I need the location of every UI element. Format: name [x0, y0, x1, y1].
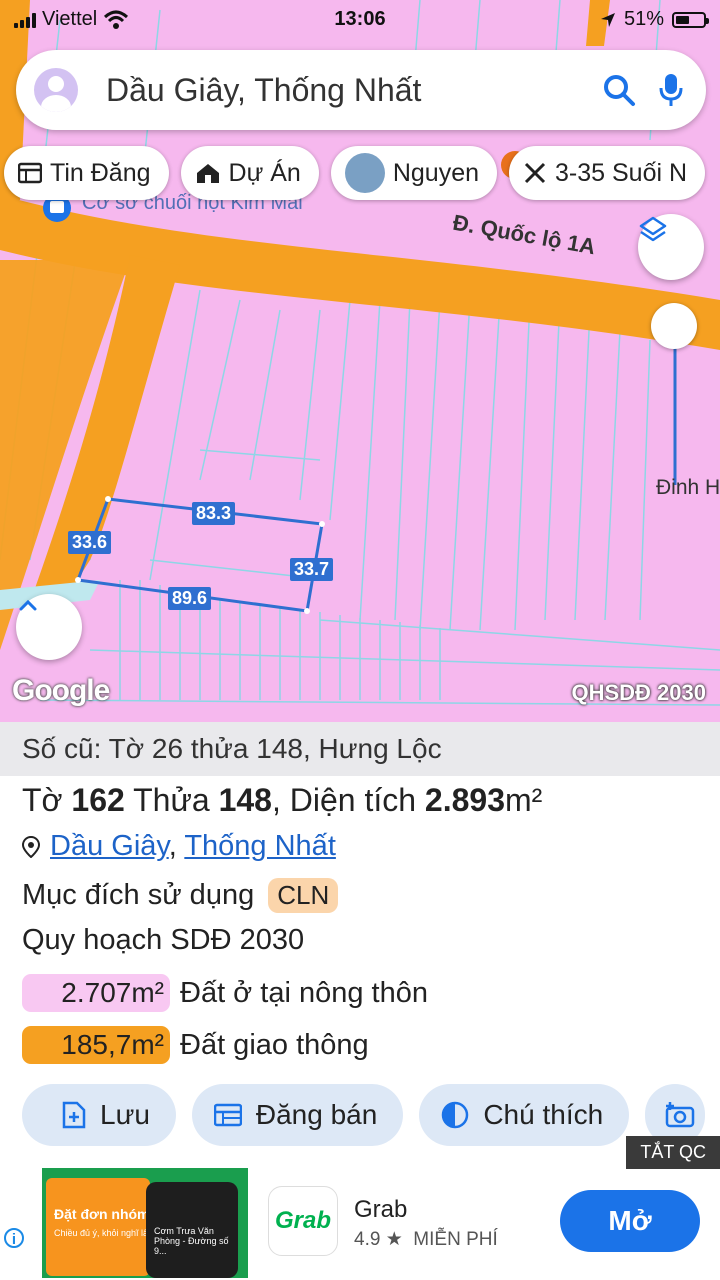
usage-badge: CLN	[268, 878, 339, 913]
layers-icon	[639, 216, 667, 242]
ad-banner-subtitle: Chiều đủ ý, khỏi nghĩ lâu	[54, 1228, 154, 1238]
house-icon	[196, 164, 219, 183]
action-buttons: Lưu Đăng bán Chú thích	[22, 1084, 706, 1146]
location-link-district[interactable]: Dầu Giây	[50, 830, 169, 862]
status-bar: Viettel 13:06 51%	[0, 0, 720, 38]
plan-label: Quy hoạch SDĐ 2030	[22, 924, 305, 956]
dimension-right: 33.7	[290, 558, 334, 581]
chip-label: 3-35 Suối N	[555, 158, 688, 187]
app-rating: 4.9 ★	[354, 1229, 403, 1250]
app-name: Grab	[354, 1196, 408, 1223]
zone-row: 2.707m² Đất ở tại nông thôn	[22, 974, 428, 1012]
chip-du-an[interactable]: Dự Án	[180, 146, 319, 200]
zone-row: 185,7m² Đất giao thông	[22, 1026, 369, 1064]
ad-info-icon[interactable]: i	[4, 1228, 24, 1248]
layers-button[interactable]	[638, 214, 704, 280]
battery-fill	[676, 15, 690, 24]
google-attribution: Google	[12, 674, 110, 707]
zone-area: 185,7m²	[22, 1026, 170, 1064]
old-parcel-info: Số cũ: Tờ 26 thửa 148, Hưng Lộc	[0, 722, 720, 776]
battery-percent: 51%	[623, 8, 664, 30]
opacity-slider-handle[interactable]	[651, 303, 697, 349]
land-usage: Mục đích sử dụng CLN	[22, 878, 339, 913]
zone-label: Đất ở tại nông thôn	[180, 976, 428, 1009]
list-icon	[18, 162, 42, 184]
microphone-icon	[659, 74, 683, 106]
save-button[interactable]: Lưu	[22, 1084, 176, 1146]
chip-tin-dang[interactable]: Tin Đăng	[4, 146, 169, 200]
chip-label: Tin Đăng	[50, 158, 151, 187]
ad-phone-text: Cơm Trưa Văn Phòng - Đường số 9...	[154, 1226, 229, 1256]
dimension-top: 83.3	[192, 502, 236, 525]
battery-icon	[672, 11, 709, 28]
sheet-label: Tờ	[22, 782, 72, 818]
ad-image[interactable]: Đặt đơn nhóm Chiều đủ ý, khỏi nghĩ lâu C…	[42, 1168, 248, 1278]
chevron-up-icon	[19, 599, 37, 611]
sheet-number: 162	[71, 782, 125, 818]
save-label: Lưu	[100, 1099, 150, 1130]
area-value: 2.893	[424, 782, 505, 818]
search-button[interactable]	[602, 73, 636, 107]
parcel-info-panel: Số cũ: Tờ 26 thửa 148, Hưng Lộc Tờ 162 T…	[0, 722, 720, 1166]
legend-label: Chú thích	[483, 1099, 604, 1130]
location-arrow-icon	[600, 12, 615, 27]
location-pin-icon	[22, 835, 40, 858]
open-app-button[interactable]: Mở	[560, 1190, 700, 1252]
expand-panel-button[interactable]	[16, 594, 82, 660]
chip-measure[interactable]: 3-35 Suối N	[509, 146, 706, 200]
camera-add-icon	[665, 1102, 695, 1128]
area-unit: m²	[505, 782, 543, 818]
contrast-icon	[442, 1101, 469, 1129]
chip-label: Dự Án	[228, 158, 301, 187]
close-ad-button[interactable]: TẮT QC	[626, 1136, 720, 1169]
zone-area: 2.707m²	[22, 974, 170, 1012]
dimension-bottom: 89.6	[168, 587, 212, 610]
filter-chips: Tin Đăng Dự Án Nguyen 3-35 Suối N	[4, 146, 706, 202]
ad-banner[interactable]: i Đặt đơn nhóm Chiều đủ ý, khỏi nghĩ lâu…	[0, 1166, 720, 1280]
parcel-title: Tờ 162 Thửa 148, Diện tích 2.893m²	[22, 782, 542, 819]
dimension-left: 33.6	[68, 531, 112, 554]
parcel-location: Dầu Giây, Thống Nhất	[22, 830, 336, 863]
post-sale-button[interactable]: Đăng bán	[191, 1084, 404, 1146]
table-icon	[213, 1103, 242, 1127]
search-input[interactable]: Dầu Giây, Thống Nhất	[106, 72, 602, 109]
chip-profile[interactable]: Nguyen	[330, 146, 498, 200]
location-link-province[interactable]: Thống Nhất	[184, 830, 336, 862]
add-file-icon	[62, 1101, 86, 1129]
search-bar[interactable]: Dầu Giây, Thống Nhất	[16, 50, 706, 130]
layer-name-label: QHSDĐ 2030	[571, 680, 706, 705]
post-sale-label: Đăng bán	[255, 1099, 378, 1130]
search-icon	[604, 75, 635, 106]
usage-label: Mục đích sử dụng	[22, 879, 255, 911]
place-label: Đinh H	[656, 476, 720, 499]
ruler-icon	[524, 162, 546, 184]
app-logo: Grab	[268, 1186, 338, 1256]
profile-photo	[344, 153, 385, 193]
app-price: MIỄN PHÍ	[413, 1229, 498, 1250]
legend-button[interactable]: Chú thích	[419, 1084, 630, 1146]
plot-number: 148	[218, 782, 272, 818]
avatar[interactable]	[34, 68, 78, 112]
area-label: , Diện tích	[271, 782, 425, 818]
location-separator: ,	[168, 830, 185, 862]
status-right: 51%	[600, 8, 709, 31]
voice-search-button[interactable]	[658, 72, 684, 108]
app-meta: 4.9 ★ MIỄN PHÍ	[354, 1228, 498, 1251]
chip-label: Nguyen	[392, 158, 480, 187]
zone-label: Đất giao thông	[180, 1028, 369, 1061]
ad-banner-title: Đặt đơn nhóm	[54, 1206, 150, 1222]
plot-label: Thửa	[124, 782, 219, 818]
